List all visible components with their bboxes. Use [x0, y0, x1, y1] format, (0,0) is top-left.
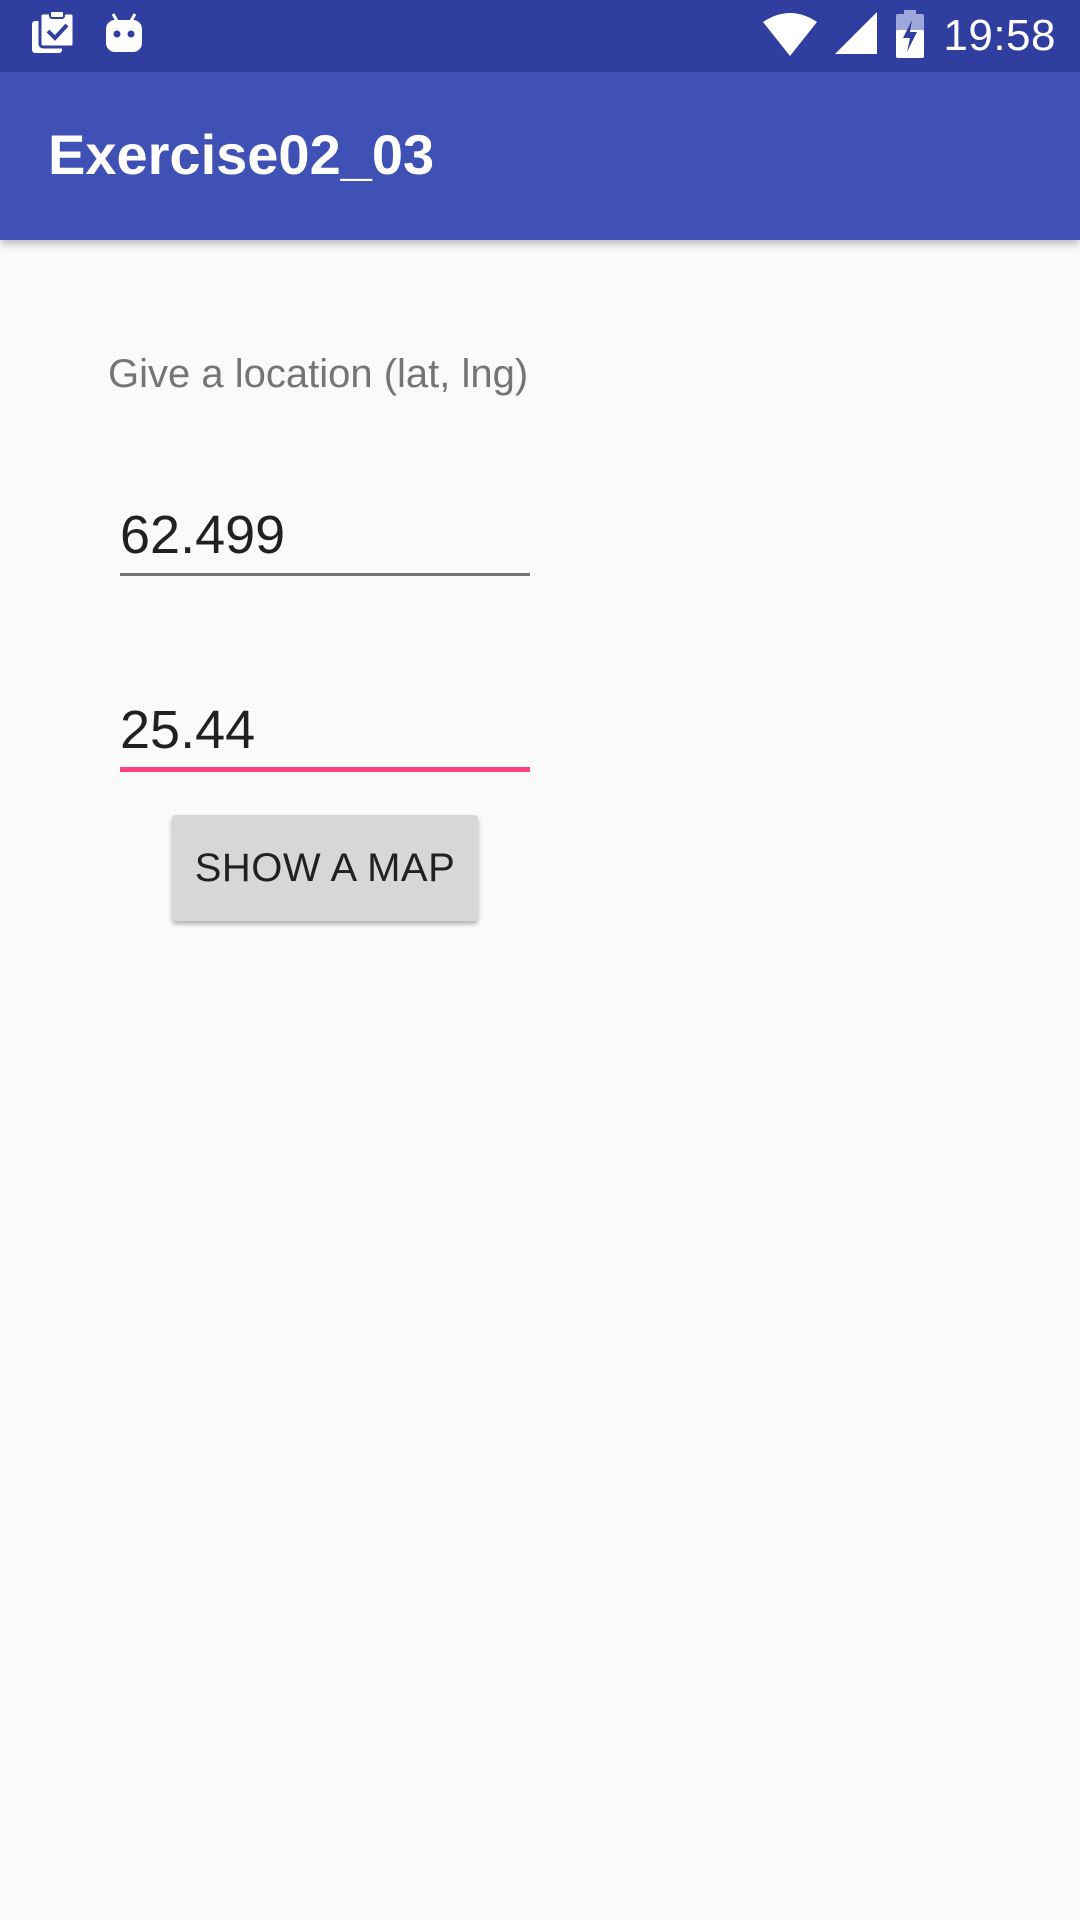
clipboard-check-icon	[30, 9, 78, 62]
status-time: 19:58	[943, 11, 1056, 60]
location-prompt-label: Give a location (lat, lng)	[108, 352, 529, 396]
app-bar: Exercise02_03	[0, 72, 1080, 240]
wifi-icon	[763, 12, 818, 61]
battery-charging-icon	[895, 9, 925, 63]
cell-signal-icon	[835, 11, 878, 61]
show-map-button[interactable]: SHOW A MAP	[172, 815, 478, 921]
status-right-icons: 19:58	[763, 0, 1056, 72]
status-bar: 19:58	[0, 0, 1080, 72]
latitude-input[interactable]	[120, 496, 530, 576]
android-icon	[104, 12, 144, 61]
status-left-icons	[30, 9, 144, 62]
app-title: Exercise02_03	[48, 123, 435, 186]
longitude-input[interactable]	[120, 692, 530, 772]
